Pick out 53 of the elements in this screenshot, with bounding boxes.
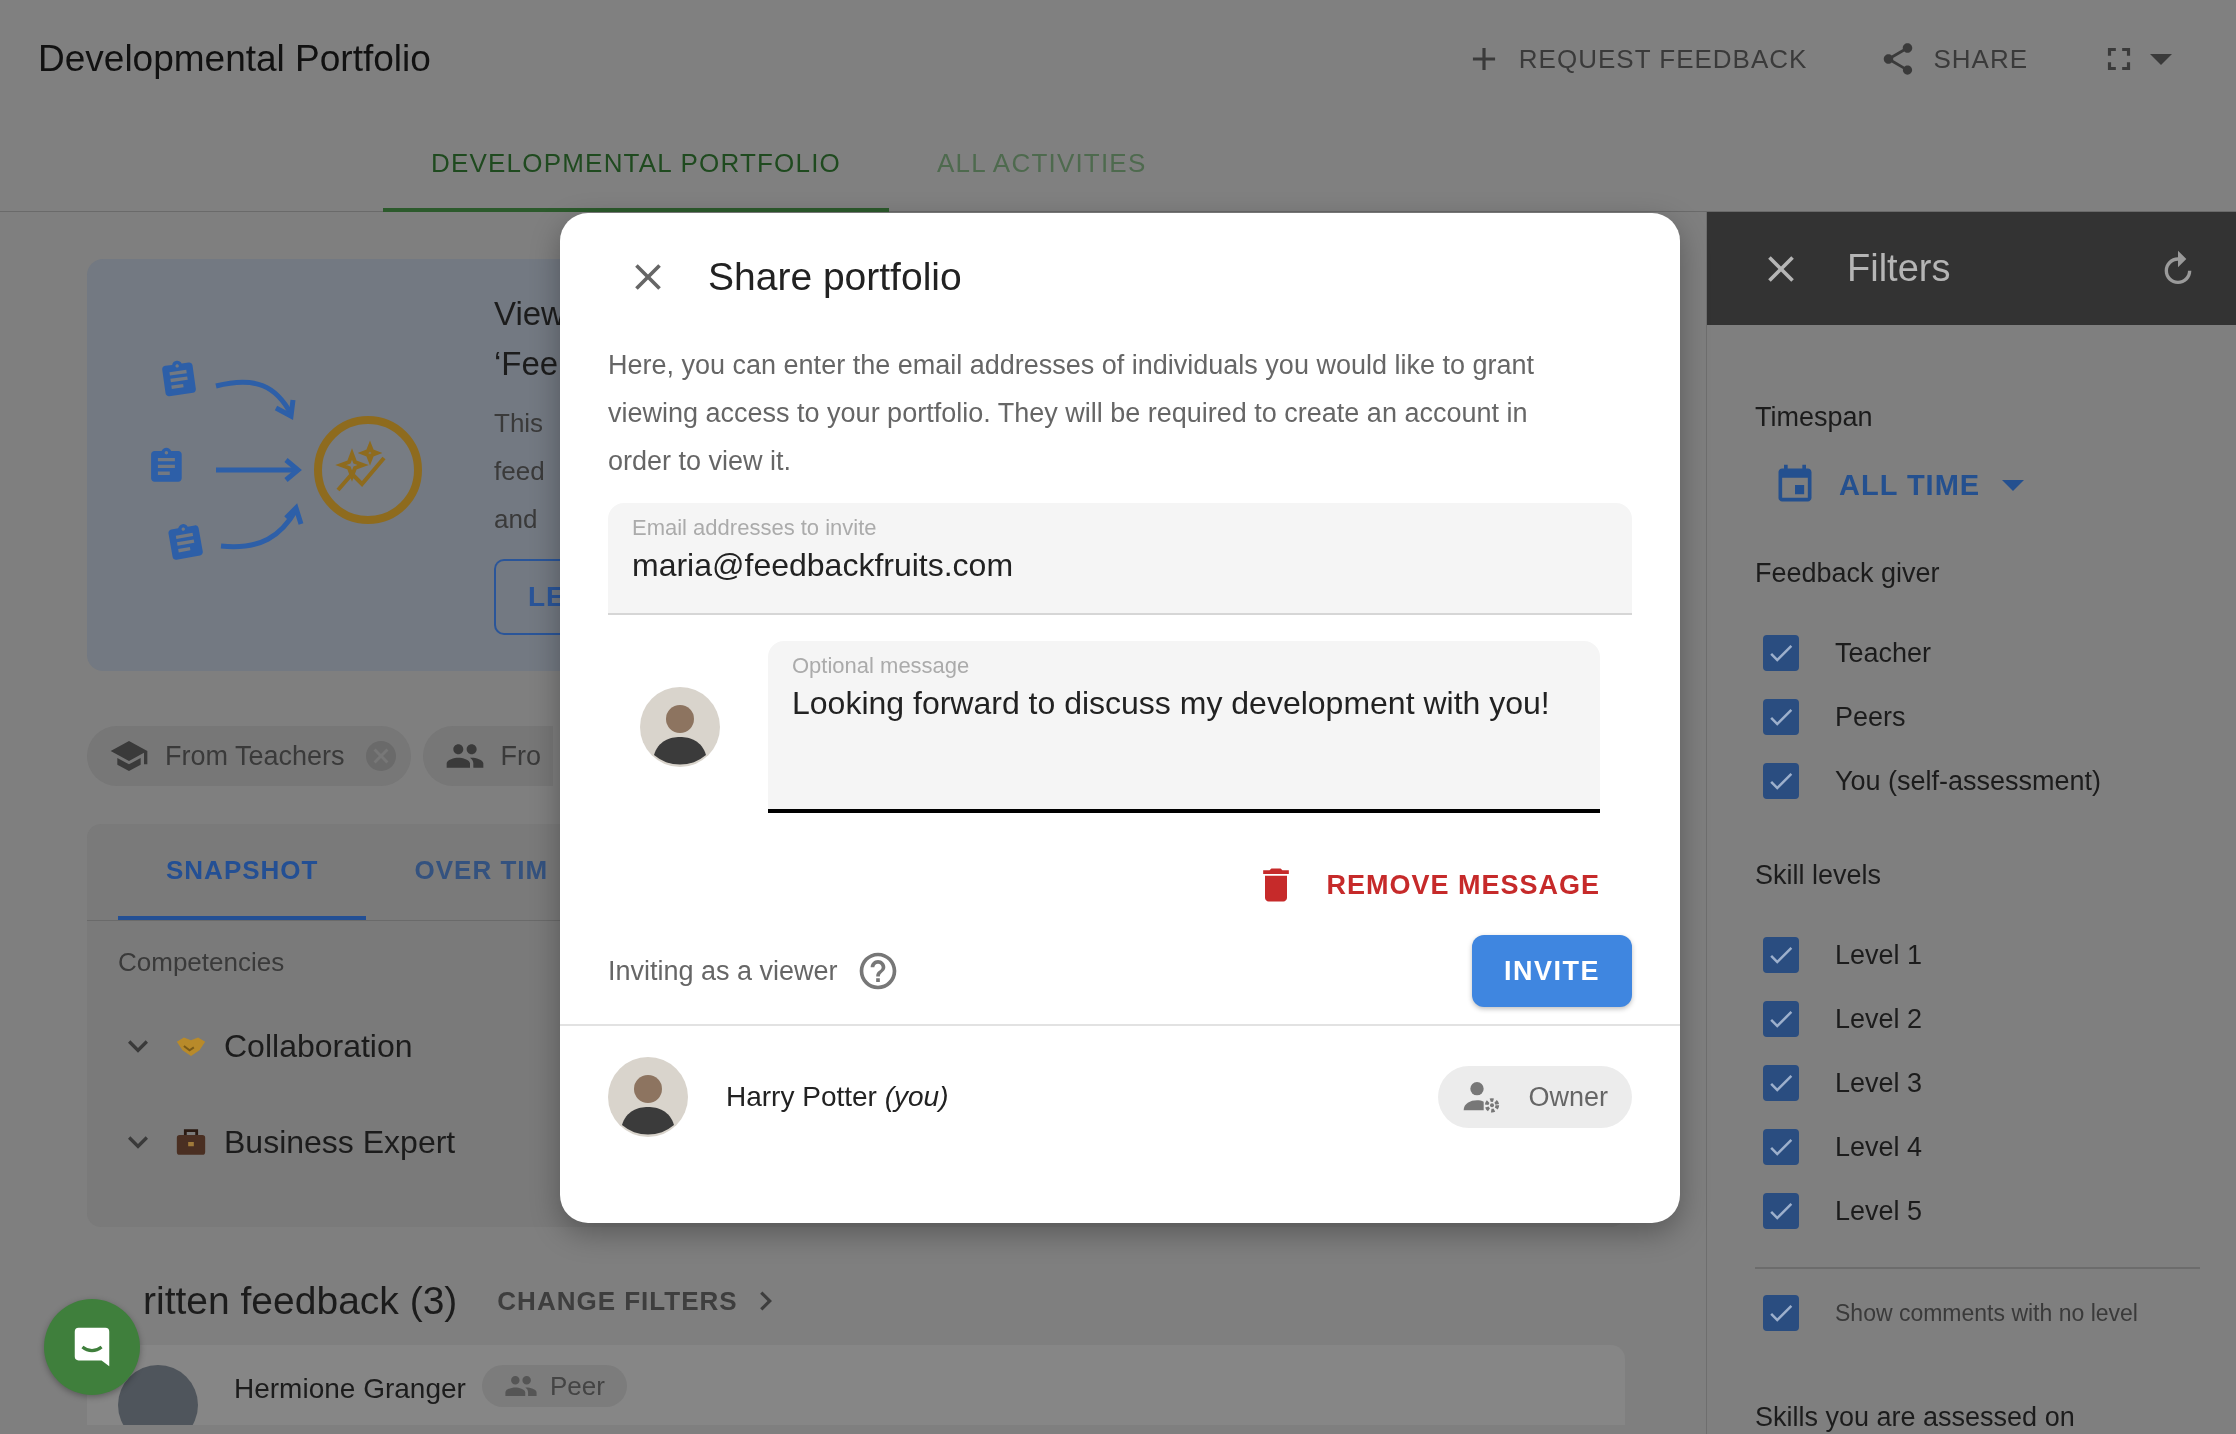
checkbox[interactable] — [1763, 763, 1799, 799]
checkbox-option[interactable]: Level 5 — [1755, 1179, 1923, 1243]
filter-chip[interactable]: Fro — [422, 726, 554, 786]
checkbox[interactable] — [1763, 1295, 1799, 1331]
dialog-description: Here, you can enter the email addresses of individuals you would like to grant viewing access to your portfolio. They will be required to create an account in order to view it. — [607, 349, 1535, 478]
card-text-line: and — [494, 503, 538, 536]
section-label: Competencies — [118, 947, 285, 978]
checkbox[interactable] — [1763, 1193, 1799, 1229]
caret-icon — [2002, 479, 2025, 491]
filter-heading: Skills you are assessed on — [1755, 1400, 2075, 1434]
member-name: Harry Potter (you) — [726, 1081, 949, 1113]
checkbox-option[interactable]: Teacher — [1755, 621, 1932, 685]
checkbox-option[interactable]: Level 2 — [1755, 987, 1923, 1051]
section-title: ritten feedback (3) — [143, 1279, 458, 1323]
checkbox-option[interactable]: Level 4 — [1755, 1115, 1923, 1179]
role-chip: Peer — [481, 1365, 627, 1407]
invite-button[interactable]: INVITE — [1472, 935, 1632, 1007]
filter-chip[interactable]: From Teachers — [87, 726, 411, 786]
role-chip[interactable]: Owner — [1438, 1066, 1632, 1128]
checkbox[interactable] — [1763, 1129, 1799, 1165]
page-title: Developmental Portfolio — [38, 38, 431, 80]
checkbox-option[interactable]: Show comments with no level — [1755, 1281, 2138, 1345]
dialog-title: Share portfolio — [708, 255, 962, 299]
remove-message-button[interactable]: REMOVE MESSAGE — [1254, 859, 1600, 911]
competency-label[interactable]: Business Expert — [224, 1123, 456, 1161]
author-name: Hermione Granger — [234, 1373, 466, 1405]
email-field[interactable]: Email addresses to invite maria@feedbackfruits.com — [608, 503, 1632, 615]
checkbox[interactable] — [1763, 1065, 1799, 1101]
checkbox-option[interactable]: Level 3 — [1755, 1051, 1923, 1115]
card-text-line: This — [494, 407, 544, 440]
card-text-line: feed — [494, 455, 545, 488]
checkbox[interactable] — [1763, 635, 1799, 671]
chat-button[interactable] — [44, 1299, 140, 1395]
timespan-dropdown[interactable]: ALL TIME — [1769, 459, 2029, 511]
change-filters-button[interactable]: CHANGE FILTERS — [493, 1281, 776, 1321]
checkbox-option[interactable]: Level 1 — [1755, 923, 1923, 987]
filter-heading: Skill levels — [1755, 858, 1882, 892]
filter-heading: Timespan — [1755, 400, 1873, 434]
panel-title: Filters — [1847, 247, 1951, 290]
share-button[interactable]: SHARE — [1871, 32, 2036, 86]
caret-icon — [2150, 53, 2172, 65]
chevron-right-icon — [759, 1291, 772, 1311]
filter-heading: Feedback giver — [1755, 556, 1940, 590]
request-feedback-button[interactable]: REQUEST FEEDBACK — [1456, 32, 1816, 86]
competency-label[interactable]: Collaboration — [224, 1027, 413, 1065]
invite-role-note: Inviting as a viewer — [608, 955, 838, 987]
checkbox-option[interactable]: Peers — [1755, 685, 1906, 749]
checkbox[interactable] — [1763, 699, 1799, 735]
card-heading-line: ‘Fee — [494, 344, 559, 384]
checkbox-option[interactable]: You (self-assessment) — [1755, 749, 2102, 813]
checkbox[interactable] — [1763, 1001, 1799, 1037]
message-field[interactable]: Optional message Looking forward to discuss my development with you! — [768, 641, 1600, 813]
checkbox[interactable] — [1763, 937, 1799, 973]
